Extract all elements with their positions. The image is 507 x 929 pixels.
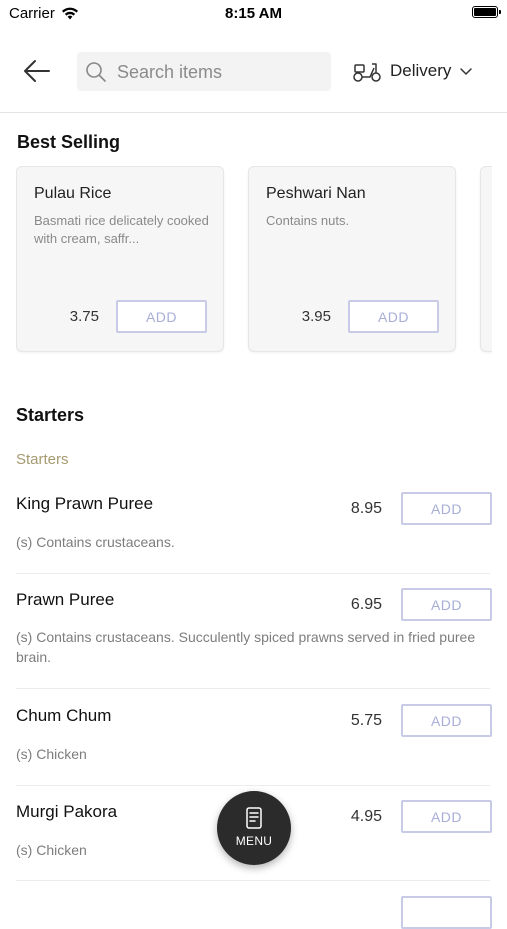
- item-price: 4.95: [350, 808, 382, 825]
- item-divider: [16, 785, 490, 786]
- card-name: Pulau Rice: [34, 185, 112, 202]
- best-selling-card-peek[interactable]: [480, 166, 492, 352]
- list-item[interactable]: King Prawn Puree 8.95 ADD (s) Contains c…: [16, 492, 492, 562]
- card-description: Contains nuts.: [266, 213, 350, 228]
- item-description: (s) Chicken: [16, 746, 87, 762]
- search-input[interactable]: [115, 52, 324, 93]
- item-name: Prawn Puree: [16, 590, 115, 609]
- item-name: King Prawn Puree: [16, 494, 154, 513]
- battery-icon: [472, 6, 501, 18]
- header: Delivery: [0, 40, 507, 112]
- add-button[interactable]: ADD: [401, 704, 492, 737]
- item-description: (s) Contains crustaceans. Succulently sp…: [16, 629, 476, 665]
- menu-label: MENU: [235, 834, 273, 848]
- item-price: 5.75: [350, 712, 382, 729]
- best-selling-title: Best Selling: [17, 132, 121, 152]
- card-name: Peshwari Nan: [266, 185, 366, 202]
- status-time: 8:15 AM: [225, 5, 282, 22]
- best-selling-card[interactable]: Peshwari Nan Contains nuts. 3.95 ADD: [248, 166, 456, 352]
- arrow-left-icon: [24, 60, 50, 82]
- item-description: (s) Contains crustaceans.: [16, 534, 175, 550]
- item-name: Murgi Pakora: [16, 802, 118, 821]
- list-item[interactable]: Chum Chum 5.75 ADD (s) Chicken: [16, 704, 492, 774]
- card-price: 3.95: [301, 308, 331, 325]
- search-icon: [86, 62, 106, 82]
- menu-book-icon: [246, 807, 262, 829]
- add-button[interactable]: ADD: [401, 588, 492, 621]
- card-description: Basmati rice delicately cooked with crea…: [34, 213, 209, 246]
- add-button[interactable]: ADD: [348, 300, 439, 333]
- best-selling-carousel[interactable]: Pulau Rice Basmati rice delicately cooke…: [16, 166, 492, 356]
- header-divider: [0, 112, 507, 113]
- item-divider: [16, 880, 490, 881]
- search-box[interactable]: [77, 52, 331, 93]
- item-price: 8.95: [350, 500, 382, 517]
- category-label: Starters: [16, 451, 69, 468]
- add-button[interactable]: ADD: [401, 800, 492, 833]
- status-bar: Carrier 8:15 AM: [0, 0, 507, 28]
- best-selling-card[interactable]: Pulau Rice Basmati rice delicately cooke…: [16, 166, 224, 352]
- item-divider: [16, 573, 490, 574]
- list-item[interactable]: Prawn Puree 6.95 ADD (s) Contains crusta…: [16, 588, 492, 678]
- chevron-down-icon: [460, 68, 473, 76]
- back-button[interactable]: [20, 54, 54, 88]
- add-button[interactable]: ADD: [401, 492, 492, 525]
- item-divider: [16, 688, 490, 689]
- menu-button[interactable]: MENU: [217, 791, 291, 865]
- scooter-icon: [353, 63, 381, 82]
- delivery-label: Delivery: [390, 61, 452, 80]
- card-price: 3.75: [69, 308, 99, 325]
- add-button-partial[interactable]: [401, 896, 492, 929]
- add-button[interactable]: ADD: [116, 300, 207, 333]
- item-name: Chum Chum: [16, 706, 112, 725]
- delivery-selector[interactable]: Delivery: [352, 54, 473, 88]
- starters-title: Starters: [16, 405, 85, 425]
- item-price: 6.95: [350, 596, 382, 613]
